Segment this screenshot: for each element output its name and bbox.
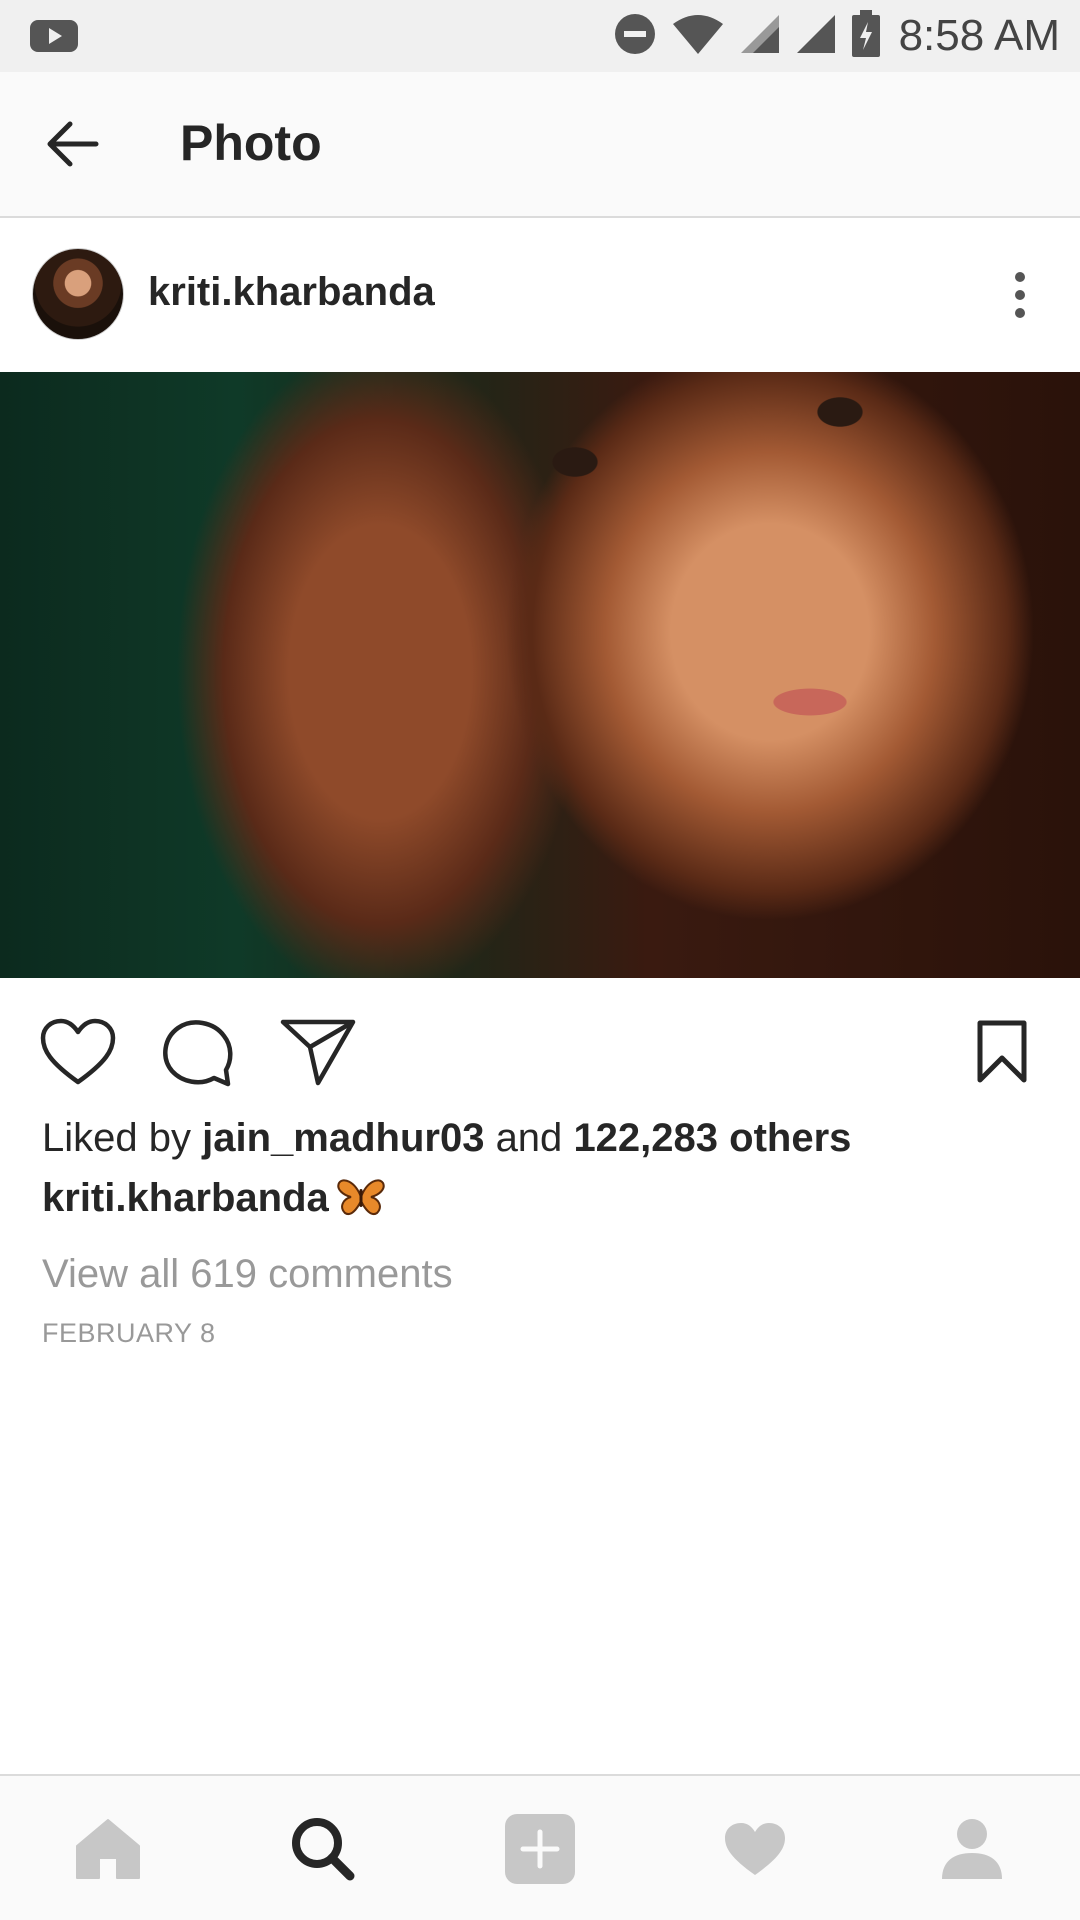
post-date: FEBRUARY 8 (42, 1318, 216, 1348)
home-icon (76, 1819, 140, 1879)
post-actions (0, 990, 1080, 1100)
signal-icon (739, 13, 781, 60)
battery-charging-icon (851, 9, 881, 63)
likes-summary[interactable]: Liked by jain_madhur03 and 122,283 other… (42, 1116, 851, 1161)
share-button[interactable] (278, 1012, 358, 1092)
butterfly-icon (337, 1177, 385, 1227)
more-options-button[interactable] (990, 260, 1050, 330)
save-button[interactable] (962, 1012, 1042, 1092)
app-bar: Photo (0, 72, 1080, 218)
more-dot (1015, 290, 1025, 300)
youtube-icon (30, 18, 78, 59)
nav-activity[interactable] (710, 1804, 800, 1894)
heart-icon (725, 1823, 785, 1875)
send-icon (280, 1019, 356, 1086)
liked-by-user[interactable]: jain_madhur03 (202, 1116, 484, 1160)
page-title: Photo (180, 115, 322, 171)
status-bar: 8:58 AM (0, 0, 1080, 72)
avatar[interactable] (32, 248, 124, 340)
more-dot (1015, 272, 1025, 282)
post-header: kriti.kharbanda (0, 218, 1080, 372)
liked-by-others[interactable]: 122,283 others (573, 1116, 851, 1160)
do-not-disturb-icon (613, 12, 657, 61)
more-dot (1015, 308, 1025, 318)
signal-icon (795, 13, 837, 60)
heart-outline-icon (40, 1018, 116, 1085)
nav-profile[interactable] (927, 1804, 1017, 1894)
search-icon (292, 1818, 355, 1881)
profile-icon (942, 1819, 1002, 1879)
status-time: 8:58 AM (898, 11, 1060, 60)
bookmark-icon (977, 1020, 1027, 1083)
liked-by-and: and (495, 1116, 563, 1160)
arrow-left-icon (47, 121, 99, 167)
comment-icon (163, 1020, 233, 1087)
nav-search[interactable] (278, 1804, 368, 1894)
caption: kriti.kharbanda (42, 1176, 385, 1227)
nav-add-post[interactable] (495, 1804, 585, 1894)
nav-home[interactable] (63, 1804, 153, 1894)
liked-by-prefix: Liked by (42, 1116, 191, 1160)
add-icon (505, 1814, 575, 1884)
bottom-navigation (0, 1774, 1080, 1920)
view-all-comments-link[interactable]: View all 619 comments (42, 1252, 453, 1297)
like-button[interactable] (38, 1012, 118, 1092)
caption-username[interactable]: kriti.kharbanda (42, 1176, 329, 1220)
wifi-icon (671, 12, 725, 61)
back-button[interactable] (30, 108, 114, 180)
post-photo[interactable] (0, 372, 1080, 978)
post-username[interactable]: kriti.kharbanda (148, 270, 435, 315)
comment-button[interactable] (158, 1012, 238, 1092)
